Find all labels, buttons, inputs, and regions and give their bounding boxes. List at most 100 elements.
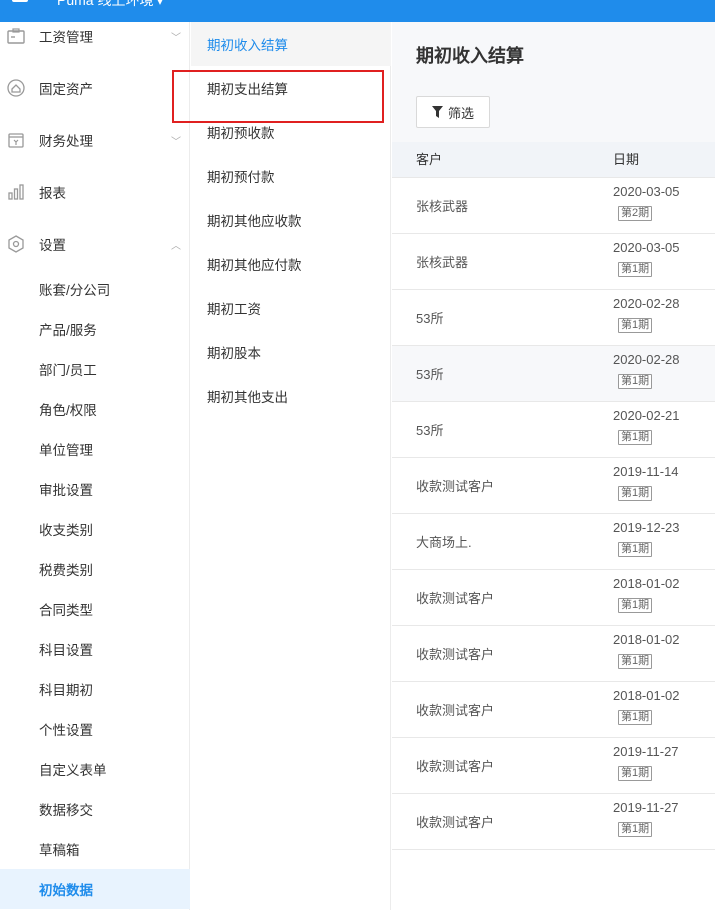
settings-icon	[6, 234, 26, 254]
column-header-customer[interactable]: 客户	[416, 142, 442, 178]
period-badge: 第1期	[618, 542, 653, 557]
table-row[interactable]: 张核武器 2020-03-05 第2期	[392, 178, 715, 234]
column-header-date[interactable]: 日期	[613, 142, 639, 178]
submenu-item-label: 期初其他应收款	[207, 214, 302, 229]
submenu-item-opening-other-expenses[interactable]: 期初其他支出	[191, 374, 391, 418]
customer-cell: 张核武器	[416, 255, 469, 270]
date-cell: 2020-02-21	[613, 408, 680, 423]
sidebar-item-custom-forms[interactable]: 自定义表单	[0, 749, 190, 789]
chevron-down-icon: ▾	[157, 0, 163, 8]
table-row[interactable]: 53所 2020-02-28 第1期	[392, 290, 715, 346]
submenu-item-opening-equity[interactable]: 期初股本	[191, 330, 391, 374]
customer-cell: 53所	[416, 423, 444, 438]
sidebar-item-roles[interactable]: 角色/权限	[0, 389, 190, 429]
sidebar-group-settings[interactable]: 设置 ︿	[0, 228, 190, 260]
date-cell: 2020-02-28	[613, 352, 680, 367]
main-content: 期初收入结算 筛选 客户 日期 张核武器 2020-03-05 第2期 张核武器…	[392, 22, 715, 910]
period-badge: 第1期	[618, 430, 653, 445]
submenu-item-opening-other-receivables[interactable]: 期初其他应收款	[191, 198, 391, 242]
customer-cell: 收款测试客户	[416, 647, 495, 662]
table-row[interactable]: 大商场上. 2019-12-23 第1期	[392, 514, 715, 570]
table-row[interactable]: 收款测试客户 2018-01-02 第1期	[392, 626, 715, 682]
table-footer	[392, 850, 715, 910]
sidebar-item-label: 账套/分公司	[39, 283, 111, 298]
table-row[interactable]: 张核武器 2020-03-05 第1期	[392, 234, 715, 290]
sidebar-item-income-expense-types[interactable]: 收支类别	[0, 509, 190, 549]
sidebar-item-account-sets[interactable]: 账套/分公司	[0, 269, 190, 309]
environment-label: Puma 线上环境	[57, 0, 154, 8]
period-badge: 第1期	[618, 766, 653, 781]
sidebar-item-contract-types[interactable]: 合同类型	[0, 589, 190, 629]
sidebar-item-drafts[interactable]: 草稿箱	[0, 829, 190, 869]
chevron-down-icon: ﹀	[171, 136, 181, 148]
date-cell: 2019-11-27	[613, 744, 679, 759]
sidebar-item-products[interactable]: 产品/服务	[0, 309, 190, 349]
sidebar-item-initial-data[interactable]: 初始数据	[0, 869, 190, 909]
sidebar-group-reports[interactable]: 报表	[0, 176, 190, 208]
table-row[interactable]: 收款测试客户 2018-01-02 第1期	[392, 570, 715, 626]
table-row[interactable]: 收款测试客户 2019-11-27 第1期	[392, 738, 715, 794]
sidebar-item-departments[interactable]: 部门/员工	[0, 349, 190, 389]
payroll-icon	[6, 26, 26, 46]
sidebar-item-subject-opening[interactable]: 科目期初	[0, 669, 190, 709]
sidebar-item-units[interactable]: 单位管理	[0, 429, 190, 469]
date-cell: 2020-03-05	[613, 184, 680, 199]
date-cell: 2018-01-02	[613, 688, 680, 703]
sidebar-item-data-transfer[interactable]: 数据移交	[0, 789, 190, 829]
sidebar-group-finance[interactable]: 财务处理 ﹀	[0, 124, 190, 156]
period-badge: 第2期	[618, 206, 653, 221]
sidebar-item-label: 自定义表单	[39, 763, 107, 778]
period-badge: 第1期	[618, 374, 653, 389]
submenu-item-opening-prepayments[interactable]: 期初预付款	[191, 154, 391, 198]
filter-button-label: 筛选	[447, 105, 474, 121]
table-row[interactable]: 收款测试客户 2019-11-14 第1期	[392, 458, 715, 514]
submenu-item-label: 期初预收款	[207, 126, 275, 141]
customer-cell: 张核武器	[416, 199, 469, 214]
date-cell: 2019-11-14	[613, 464, 679, 479]
sidebar-group-fixed-assets[interactable]: 固定资产	[0, 72, 190, 104]
sidebar-item-label: 审批设置	[39, 483, 93, 498]
submenu-item-label: 期初工资	[207, 302, 261, 317]
sidebar-group-label: 设置	[39, 238, 66, 253]
bar-chart-icon	[6, 182, 26, 202]
customer-cell: 收款测试客户	[416, 815, 495, 830]
finance-icon	[6, 130, 26, 150]
environment-switcher[interactable]: Puma 线上环境 ▾	[57, 0, 163, 11]
submenu-item-opening-income-settlement[interactable]: 期初收入结算	[191, 22, 391, 66]
date-cell: 2018-01-02	[613, 576, 680, 591]
sidebar-item-label: 角色/权限	[39, 403, 97, 418]
sidebar-item-tax-types[interactable]: 税费类别	[0, 549, 190, 589]
sidebar-item-label: 数据移交	[39, 803, 93, 818]
submenu-item-opening-salary[interactable]: 期初工资	[191, 286, 391, 330]
table-header: 客户 日期	[392, 142, 715, 178]
sidebar-item-personal-settings[interactable]: 个性设置	[0, 709, 190, 749]
sidebar-item-label: 科目期初	[39, 683, 93, 698]
submenu-item-opening-other-payables[interactable]: 期初其他应付款	[191, 242, 391, 286]
table-row[interactable]: 收款测试客户 2019-11-27 第1期	[392, 794, 715, 850]
customer-cell: 收款测试客户	[416, 759, 495, 774]
customer-cell: 收款测试客户	[416, 703, 495, 718]
filter-button[interactable]: 筛选	[416, 96, 490, 128]
sidebar-item-approval[interactable]: 审批设置	[0, 469, 190, 509]
sidebar-item-label: 合同类型	[39, 603, 93, 618]
sidebar-item-label: 初始数据	[39, 883, 93, 898]
table-row[interactable]: 收款测试客户 2018-01-02 第1期	[392, 682, 715, 738]
date-cell: 2019-11-27	[613, 800, 679, 815]
sidebar-group-label: 财务处理	[39, 134, 93, 149]
date-cell: 2018-01-02	[613, 632, 680, 647]
sidebar-item-subject-settings[interactable]: 科目设置	[0, 629, 190, 669]
sidebar: 工资管理 ﹀ 固定资产 财务处理 ﹀ 报表 设置 ︿ 账套/分公司 产品/服务 …	[0, 22, 190, 910]
table-row[interactable]: 53所 2020-02-21 第1期	[392, 402, 715, 458]
sidebar-group-payroll[interactable]: 工资管理 ﹀	[0, 20, 190, 52]
sidebar-item-label: 部门/员工	[39, 363, 97, 378]
page-title: 期初收入结算	[416, 46, 524, 66]
sidebar-group-label: 固定资产	[39, 82, 93, 97]
submenu-item-label: 期初其他支出	[207, 390, 288, 405]
period-badge: 第1期	[618, 654, 653, 669]
table-row[interactable]: 53所 2020-02-28 第1期	[392, 346, 715, 402]
sidebar-item-label: 个性设置	[39, 723, 93, 738]
asset-house-icon	[6, 78, 26, 98]
app-logo[interactable]	[3, 0, 37, 18]
customer-cell: 收款测试客户	[416, 591, 495, 606]
chevron-down-icon: ﹀	[171, 32, 181, 44]
